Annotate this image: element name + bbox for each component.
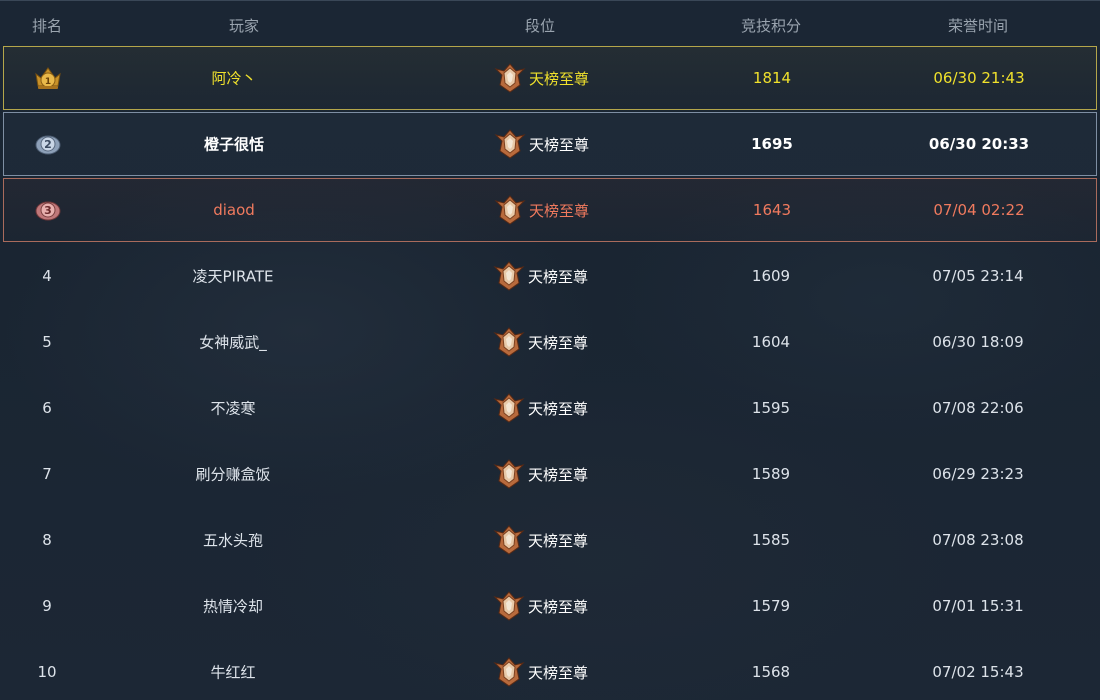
rank-number: 10 <box>37 663 57 681</box>
tier-crest-icon <box>493 525 525 555</box>
score: 1568 <box>751 663 791 681</box>
tier-label: 天榜至尊 <box>527 531 589 550</box>
bronze-medal-3-icon: 3 <box>32 194 64 226</box>
rank-number: 6 <box>42 399 52 417</box>
honor-time: 06/29 23:23 <box>932 465 1024 483</box>
tier-label: 天榜至尊 <box>527 597 589 616</box>
header-tier: 段位 <box>524 17 556 35</box>
tier-crest-icon <box>494 129 526 159</box>
tier-label: 天榜至尊 <box>528 201 590 220</box>
table-row-10[interactable]: 10 牛红红 天榜至尊 1568 07/02 15:43 <box>3 640 1097 700</box>
tier: 天榜至尊 <box>492 259 588 293</box>
score: 1604 <box>751 333 791 351</box>
score: 1695 <box>751 135 793 153</box>
table-row-5[interactable]: 5 女神威武_ 天榜至尊 1604 06/30 18:09 <box>3 310 1097 374</box>
tier: 天榜至尊 <box>492 457 588 491</box>
tier: 天榜至尊 <box>492 655 588 689</box>
table-row-7[interactable]: 7 刷分赚盒饭 天榜至尊 1589 06/29 23:23 <box>3 442 1097 506</box>
tier: 天榜至尊 <box>492 325 588 359</box>
table-header: 排名 玩家 段位 竞技积分 荣誉时间 <box>0 0 1100 46</box>
honor-time: 07/02 15:43 <box>932 663 1024 681</box>
silver-medal-2-icon: 2 <box>32 128 64 160</box>
player-name[interactable]: 刷分赚盒饭 <box>195 464 270 485</box>
tier: 天榜至尊 <box>492 589 588 623</box>
tier-label: 天榜至尊 <box>528 69 590 88</box>
honor-time: 07/01 15:31 <box>932 597 1024 615</box>
tier-label: 天榜至尊 <box>528 135 590 154</box>
rank-number: 5 <box>42 333 52 351</box>
tier-crest-icon <box>493 327 525 357</box>
tier: 天榜至尊 <box>492 391 588 425</box>
tier: 天榜至尊 <box>493 61 589 95</box>
header-time: 荣誉时间 <box>947 17 1009 35</box>
table-row-8[interactable]: 8 五水头孢 天榜至尊 1585 07/08 23:08 <box>3 508 1097 572</box>
table-row-2[interactable]: 2 橙子很恬 天榜至尊 1695 06/30 20:33 <box>3 112 1097 176</box>
player-name[interactable]: 橙子很恬 <box>204 134 264 155</box>
table-row-1[interactable]: 1 阿冷丶 天榜至尊 1814 06/30 21:43 <box>3 46 1097 110</box>
table-row-9[interactable]: 9 热情冷却 天榜至尊 1579 07/01 15:31 <box>3 574 1097 638</box>
score: 1585 <box>751 531 791 549</box>
svg-text:2: 2 <box>44 138 52 151</box>
honor-time: 07/05 23:14 <box>932 267 1024 285</box>
honor-time: 07/04 02:22 <box>933 201 1025 219</box>
table-row-3[interactable]: 3 diaod 天榜至尊 1643 07/04 02:22 <box>3 178 1097 242</box>
rank-number: 7 <box>42 465 52 483</box>
honor-time: 06/30 20:33 <box>928 135 1030 153</box>
honor-time: 07/08 23:08 <box>932 531 1024 549</box>
score: 1595 <box>751 399 791 417</box>
score: 1609 <box>751 267 791 285</box>
score: 1814 <box>752 69 792 87</box>
rank-number: 8 <box>42 531 52 549</box>
player-name[interactable]: diaod <box>213 201 255 219</box>
player-name[interactable]: 牛红红 <box>210 662 255 683</box>
tier-crest-icon <box>493 459 525 489</box>
tier-label: 天榜至尊 <box>527 399 589 418</box>
rank-number: 4 <box>42 267 52 285</box>
leaderboard: 排名 玩家 段位 竞技积分 荣誉时间 1 阿冷丶 天榜至尊 1814 06/30… <box>0 0 1100 700</box>
honor-time: 06/30 18:09 <box>932 333 1024 351</box>
tier-label: 天榜至尊 <box>527 465 589 484</box>
tier: 天榜至尊 <box>493 193 589 227</box>
score: 1589 <box>751 465 791 483</box>
table-row-6[interactable]: 6 不凌寒 天榜至尊 1595 07/08 22:06 <box>3 376 1097 440</box>
player-name[interactable]: 女神威武_ <box>199 332 267 353</box>
tier-crest-icon <box>493 657 525 687</box>
tier: 天榜至尊 <box>492 523 588 557</box>
player-name[interactable]: 不凌寒 <box>210 398 255 419</box>
player-name[interactable]: 凌天PIRATE <box>192 266 273 287</box>
player-name[interactable]: 阿冷丶 <box>211 68 256 89</box>
tier-label: 天榜至尊 <box>527 333 589 352</box>
svg-text:1: 1 <box>45 77 51 87</box>
tier-crest-icon <box>494 63 526 93</box>
tier: 天榜至尊 <box>493 127 589 161</box>
tier-label: 天榜至尊 <box>527 267 589 286</box>
header-player: 玩家 <box>228 17 260 35</box>
player-name[interactable]: 热情冷却 <box>203 596 263 617</box>
player-name[interactable]: 五水头孢 <box>203 530 263 551</box>
rank-number: 9 <box>42 597 52 615</box>
header-rank: 排名 <box>31 17 63 35</box>
gold-medal-1-icon: 1 <box>32 62 64 94</box>
svg-text:3: 3 <box>44 204 52 217</box>
honor-time: 06/30 21:43 <box>933 69 1025 87</box>
tier-crest-icon <box>493 393 525 423</box>
tier-label: 天榜至尊 <box>527 663 589 682</box>
honor-time: 07/08 22:06 <box>932 399 1024 417</box>
header-score: 竞技积分 <box>740 17 802 35</box>
tier-crest-icon <box>493 261 525 291</box>
score: 1643 <box>752 201 792 219</box>
score: 1579 <box>751 597 791 615</box>
tier-crest-icon <box>493 591 525 621</box>
table-row-4[interactable]: 4 凌天PIRATE 天榜至尊 1609 07/05 23:14 <box>3 244 1097 308</box>
tier-crest-icon <box>494 195 526 225</box>
